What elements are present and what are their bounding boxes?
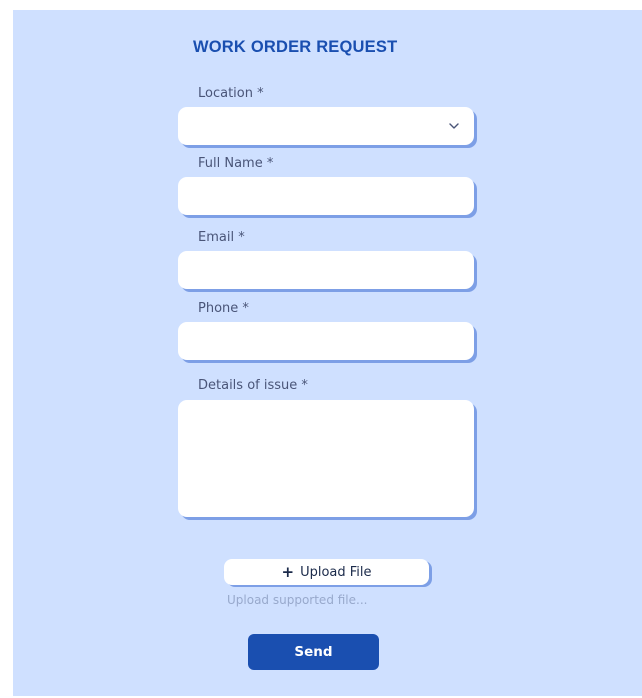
plus-icon: +	[281, 563, 295, 581]
send-button[interactable]: Send	[248, 634, 379, 670]
location-select[interactable]	[178, 107, 474, 145]
email-field[interactable]	[178, 251, 474, 289]
upload-file-label: Upload File	[300, 564, 372, 580]
location-label: Location *	[198, 86, 264, 101]
phone-label: Phone *	[198, 301, 249, 316]
upload-hint: Upload supported file...	[227, 593, 368, 607]
page-title: WORK ORDER REQUEST	[193, 38, 398, 56]
full-name-field[interactable]	[178, 177, 474, 215]
email-label: Email *	[198, 230, 245, 245]
phone-field[interactable]	[178, 322, 474, 360]
details-textarea[interactable]	[178, 400, 474, 517]
details-label: Details of issue *	[198, 378, 308, 393]
chevron-down-icon	[449, 123, 459, 129]
full-name-label: Full Name *	[198, 156, 274, 171]
upload-file-button[interactable]: + Upload File	[224, 559, 429, 585]
